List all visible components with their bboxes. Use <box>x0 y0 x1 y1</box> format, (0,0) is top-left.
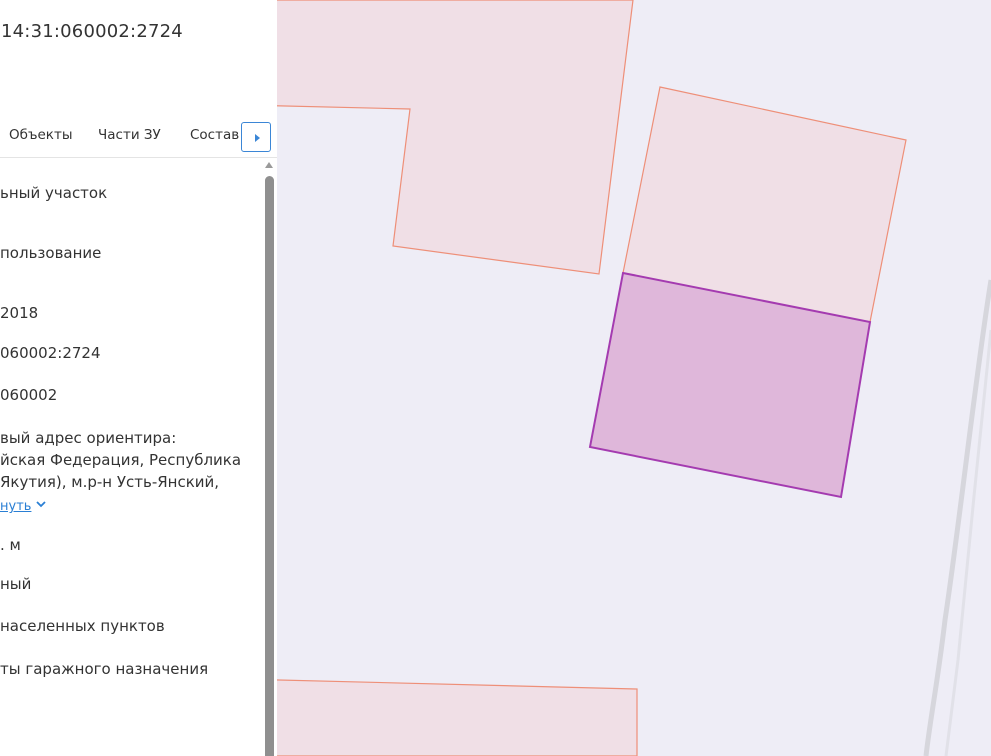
page-title: 14:31:060002:2724 <box>1 21 183 42</box>
field-object-type: ьный участок <box>0 184 108 202</box>
chevron-down-icon[interactable] <box>34 497 48 511</box>
field-cadastral-quarter: 060002 <box>0 386 58 404</box>
scroll-up-arrow-icon[interactable] <box>265 162 273 168</box>
scrollbar-thumb[interactable] <box>265 176 274 756</box>
tab-parts[interactable]: Части ЗУ <box>98 127 161 143</box>
tab-bar: Объекты Части ЗУ Состав <box>0 120 277 158</box>
tab-composition[interactable]: Состав <box>190 127 239 143</box>
field-address-line-2: йская Федерация, Республика <box>0 451 242 469</box>
field-area: . м <box>0 536 21 554</box>
field-land-category: населенных пунктов <box>0 617 165 635</box>
field-status: ный <box>0 575 32 593</box>
field-address-line-3: Якутия), м.р-н Усть-Янский, <box>0 473 220 491</box>
tabs-next-button[interactable] <box>241 122 271 152</box>
expand-address-link[interactable]: нуть <box>0 496 31 518</box>
field-address-line-1: вый адрес ориентира: <box>0 429 177 447</box>
info-panel: 14:31:060002:2724 Объекты Части ЗУ Соста… <box>0 0 277 756</box>
field-ownership: пользование <box>0 244 102 262</box>
field-cadastral-number: 060002:2724 <box>0 344 101 362</box>
field-date: 2018 <box>0 304 39 322</box>
tab-objects[interactable]: Объекты <box>9 127 72 143</box>
field-permitted-use: ты гаражного назначения <box>0 660 209 678</box>
